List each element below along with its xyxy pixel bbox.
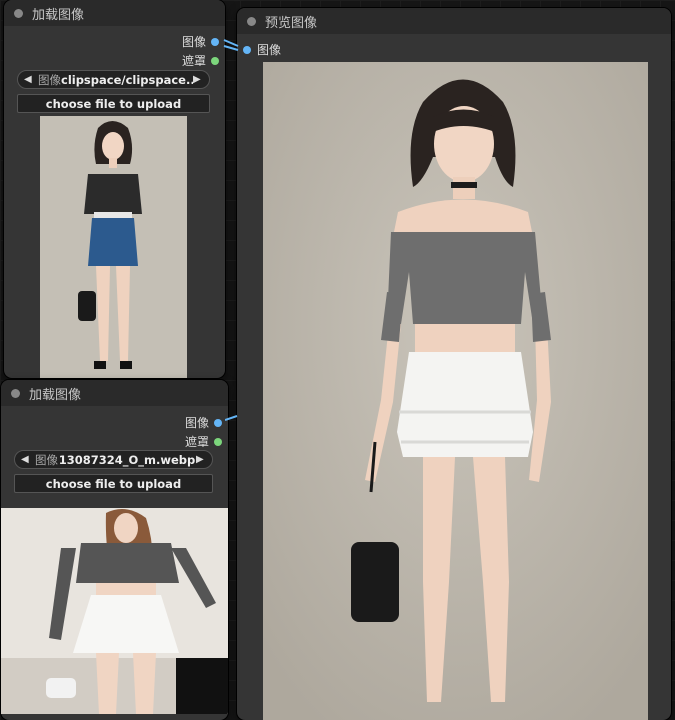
- choose-file-button[interactable]: choose file to upload: [14, 474, 213, 493]
- load-image-node-2[interactable]: 加载图像 图像 遮罩 ◀ 图像 13087324_O_m.webp ▶ choo…: [1, 380, 228, 720]
- output-slot-icon[interactable]: [214, 437, 222, 446]
- output-label: 图像: [181, 35, 206, 49]
- output-slot-icon[interactable]: [214, 418, 222, 427]
- combo-label: 图像: [35, 452, 58, 467]
- combo-value: 13087324_O_m.webp: [58, 452, 196, 467]
- output-slot-icon[interactable]: [211, 56, 219, 65]
- node-title: 预览图像: [265, 15, 318, 31]
- node-header[interactable]: 预览图像: [237, 8, 671, 34]
- collapse-dot-icon[interactable]: [14, 8, 23, 18]
- link-wire[interactable]: [222, 34, 242, 54]
- node-header[interactable]: 加载图像: [4, 0, 225, 26]
- choose-file-button[interactable]: choose file to upload: [17, 94, 210, 113]
- combo-value: clipspace/clipspace...: [61, 72, 193, 87]
- input-slot-icon[interactable]: [243, 45, 251, 54]
- combo-label: 图像: [38, 72, 61, 87]
- combo-prev-arrow-icon[interactable]: ◀: [24, 74, 34, 85]
- node-title: 加载图像: [29, 387, 82, 403]
- preview-image: [263, 62, 648, 720]
- preview-figure-illustration: [263, 62, 648, 720]
- preview-image-node[interactable]: 预览图像 图像: [237, 8, 671, 720]
- figure-illustration: [40, 116, 187, 378]
- combo-prev-arrow-icon[interactable]: ◀: [21, 454, 31, 465]
- output-label: 遮罩: [181, 54, 206, 68]
- output-label: 遮罩: [184, 435, 209, 449]
- image-combo[interactable]: ◀ 图像 13087324_O_m.webp ▶: [14, 450, 213, 469]
- link-wire[interactable]: [225, 412, 239, 424]
- output-slot-mask[interactable]: 遮罩: [185, 433, 222, 450]
- output-slot-image[interactable]: 图像: [185, 414, 222, 431]
- load-image-node-1[interactable]: 加载图像 图像 遮罩 ◀ 图像 clipspace/clipspace... ▶…: [4, 0, 225, 378]
- input-slot-row[interactable]: 图像: [243, 41, 281, 58]
- combo-next-arrow-icon[interactable]: ▶: [196, 454, 206, 465]
- output-label: 图像: [184, 416, 209, 430]
- photo-illustration: [1, 508, 228, 714]
- loaded-image-preview: [40, 116, 187, 378]
- combo-next-arrow-icon[interactable]: ▶: [193, 74, 203, 85]
- output-slot-image[interactable]: 图像: [182, 33, 219, 50]
- node-header[interactable]: 加载图像: [1, 380, 228, 406]
- image-combo[interactable]: ◀ 图像 clipspace/clipspace... ▶: [17, 70, 210, 89]
- loaded-image-preview: [1, 508, 228, 714]
- output-slot-icon[interactable]: [211, 37, 219, 46]
- collapse-dot-icon[interactable]: [11, 388, 20, 398]
- output-slot-mask[interactable]: 遮罩: [182, 52, 219, 69]
- input-label: 图像: [257, 43, 282, 57]
- node-title: 加载图像: [32, 7, 85, 23]
- collapse-dot-icon[interactable]: [247, 16, 256, 26]
